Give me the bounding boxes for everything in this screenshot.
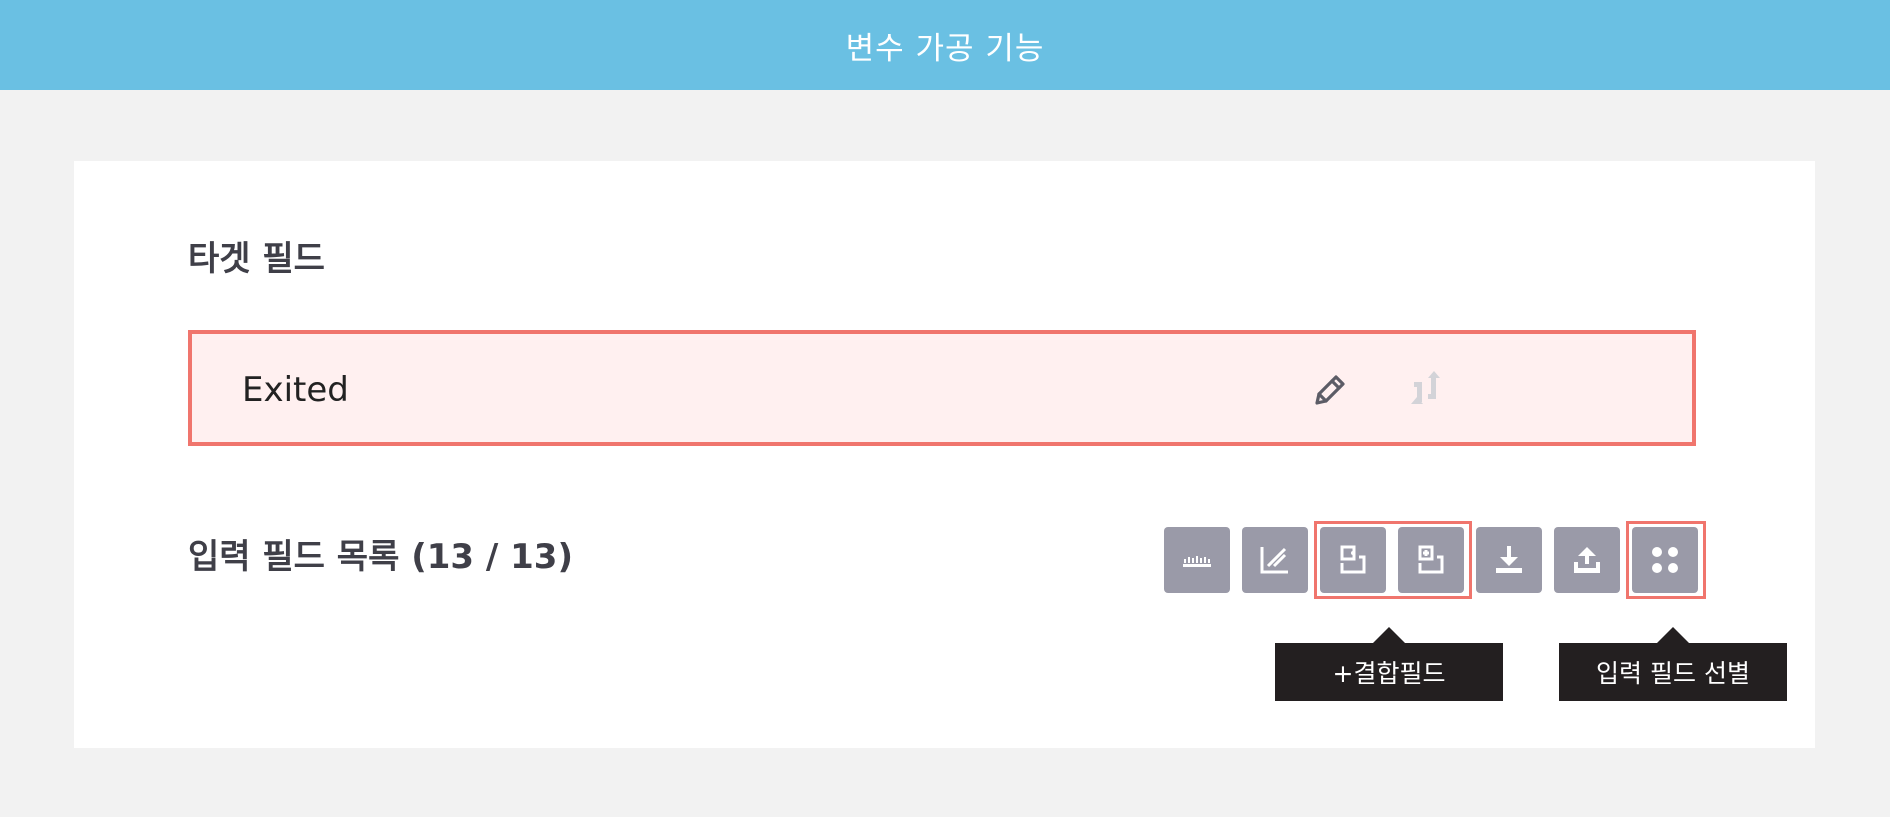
download-icon bbox=[1496, 546, 1522, 573]
combine-field-tooltip: +결합필드 bbox=[1275, 627, 1503, 701]
download-button[interactable] bbox=[1476, 527, 1542, 593]
upload-button[interactable] bbox=[1554, 527, 1620, 593]
select-fields-tooltip: 입력 필드 선별 bbox=[1559, 627, 1787, 701]
swap-icon[interactable] bbox=[1402, 368, 1448, 414]
select-highlight-frame bbox=[1626, 521, 1706, 599]
bin-button[interactable] bbox=[1164, 527, 1230, 593]
input-field-list-heading: 입력 필드 목록 (13 / 13) bbox=[188, 537, 573, 577]
target-field-heading: 타겟 필드 bbox=[188, 239, 325, 279]
target-field-value: Exited bbox=[242, 370, 349, 410]
top-header: 변수 가공 기능 bbox=[0, 0, 1890, 90]
bin-icon bbox=[1183, 556, 1211, 567]
page-title: 변수 가공 기능 bbox=[845, 30, 1045, 67]
main-card: 타겟 필드 Exited 입력 필드 목록 (13 / 13) +결합필드 입력… bbox=[74, 161, 1815, 748]
combine-highlight-frame bbox=[1314, 521, 1472, 599]
combine-field-tooltip-text: +결합필드 bbox=[1332, 659, 1446, 688]
target-field-box[interactable]: Exited bbox=[188, 330, 1696, 446]
select-fields-tooltip-text: 입력 필드 선별 bbox=[1596, 659, 1750, 688]
pencil-icon[interactable] bbox=[1306, 368, 1352, 414]
transform-button[interactable] bbox=[1242, 527, 1308, 593]
transform-icon bbox=[1260, 547, 1288, 574]
upload-icon bbox=[1574, 547, 1600, 573]
